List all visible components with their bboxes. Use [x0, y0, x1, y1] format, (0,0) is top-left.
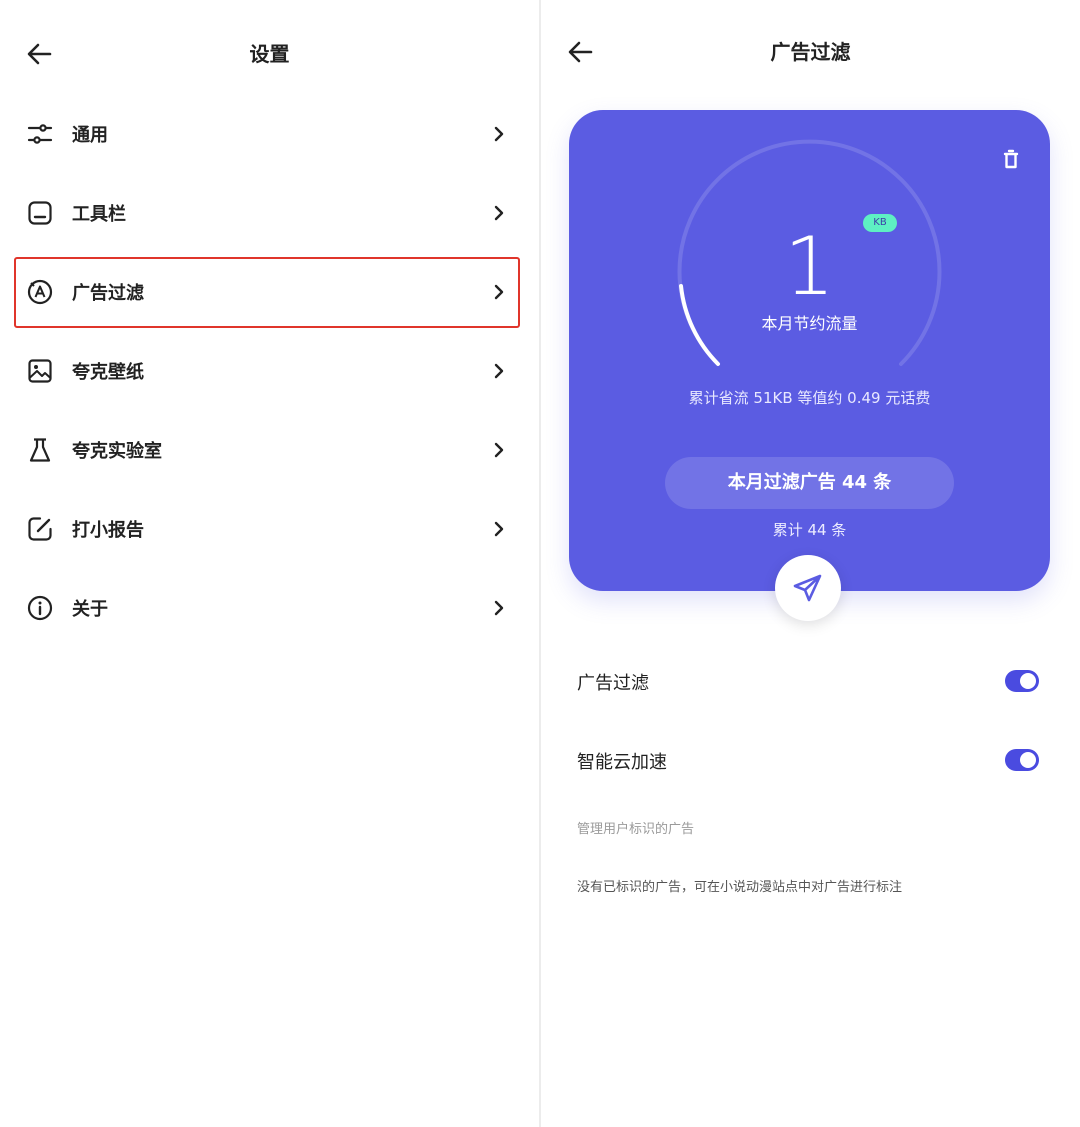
setting-cloud-accel: 智能云加速: [577, 740, 1039, 780]
chevron-right-icon: [492, 441, 506, 459]
menu-item-label: 夸克实验室: [72, 440, 162, 462]
toggle-knob: [1020, 673, 1036, 689]
saved-traffic-caption: 本月节约流量: [761, 314, 858, 333]
section-title: 管理用户标识的广告: [577, 822, 695, 837]
chevron-right-icon: [492, 283, 506, 301]
setting-label: 智能云加速: [577, 752, 667, 773]
chevron-right-icon: [492, 520, 506, 538]
filtered-ads-pill[interactable]: 本月过滤广告 44 条: [665, 457, 954, 509]
menu-item-ad-filter[interactable]: 广告过滤: [0, 252, 539, 331]
ad-filter-header: 广告过滤: [541, 32, 1080, 72]
setting-ad-filter: 广告过滤: [577, 661, 1039, 701]
ad-filter-panel: 广告过滤 KB 1 本月节约流量 累计省流 51KB 等值约 0.49 元话费 …: [541, 0, 1080, 1127]
menu-item-lab[interactable]: 夸克实验室: [0, 410, 539, 489]
menu-item-label: 工具栏: [72, 203, 126, 225]
menu-item-label: 通用: [72, 124, 108, 146]
wallpaper-icon: [26, 357, 54, 385]
setting-label: 广告过滤: [577, 673, 649, 694]
share-button[interactable]: [775, 555, 841, 621]
flask-icon: [26, 436, 54, 464]
toolbar-icon: [26, 199, 54, 227]
trash-icon[interactable]: [997, 146, 1025, 174]
info-icon: [26, 594, 54, 622]
menu-item-about[interactable]: 关于: [0, 568, 539, 647]
saved-traffic-value: 1: [784, 220, 835, 313]
ad-filter-toggle[interactable]: [1005, 670, 1039, 692]
cloud-accel-toggle[interactable]: [1005, 749, 1039, 771]
paper-plane-icon: [793, 574, 822, 602]
cumulative-saving-text: 累计省流 51KB 等值约 0.49 元话费: [688, 389, 931, 407]
menu-item-label: 夸克壁纸: [72, 361, 144, 383]
empty-state-note: 没有已标识的广告，可在小说动漫站点中对广告进行标注: [577, 880, 903, 895]
page-title: 设置: [249, 42, 290, 66]
traffic-saving-card: KB 1 本月节约流量 累计省流 51KB 等值约 0.49 元话费 本月过滤广…: [569, 110, 1050, 591]
sliders-icon: [26, 120, 54, 148]
settings-panel: 设置 通用 工具栏 广告过滤 夸克壁纸 夸克实验室 打小报告 关于: [0, 0, 539, 1127]
chevron-right-icon: [492, 125, 506, 143]
filtered-ads-total: 累计 44 条: [772, 521, 847, 539]
chevron-right-icon: [492, 204, 506, 222]
toggle-knob: [1020, 752, 1036, 768]
menu-item-label: 打小报告: [72, 519, 144, 541]
menu-item-feedback[interactable]: 打小报告: [0, 489, 539, 568]
settings-menu: 通用 工具栏 广告过滤 夸克壁纸 夸克实验室 打小报告 关于: [0, 94, 539, 647]
menu-item-label: 关于: [72, 598, 108, 620]
menu-item-toolbar[interactable]: 工具栏: [0, 173, 539, 252]
chevron-right-icon: [492, 362, 506, 380]
settings-header: 设置: [0, 34, 539, 74]
ad-filter-icon: [26, 278, 54, 306]
page-title: 广告过滤: [770, 40, 851, 64]
feedback-edit-icon: [26, 515, 54, 543]
menu-item-general[interactable]: 通用: [0, 94, 539, 173]
menu-item-label: 广告过滤: [72, 282, 144, 304]
menu-item-wallpaper[interactable]: 夸克壁纸: [0, 331, 539, 410]
chevron-right-icon: [492, 599, 506, 617]
